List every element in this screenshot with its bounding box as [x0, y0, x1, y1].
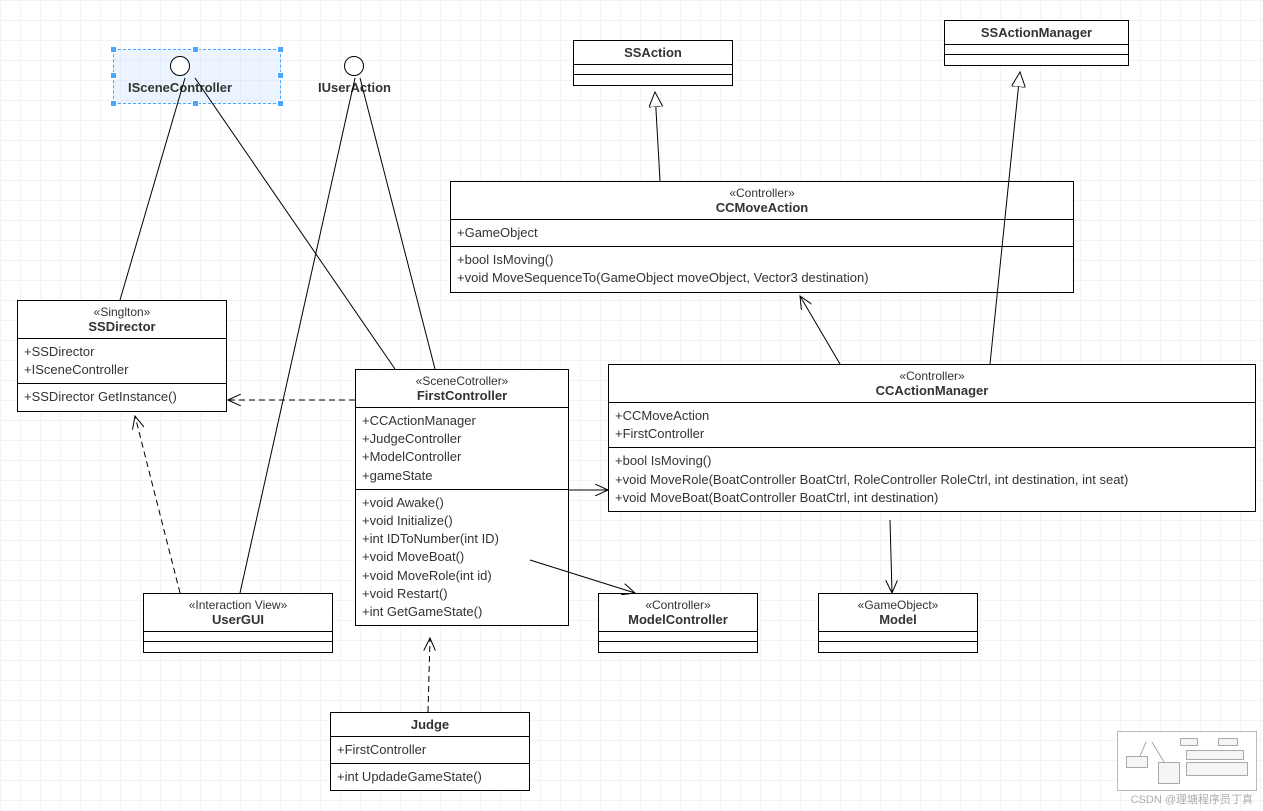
lollipop-circle — [344, 56, 364, 76]
class-name: UserGUI — [150, 612, 326, 627]
attr: +ModelController — [362, 448, 562, 466]
attr: +CCActionManager — [362, 412, 562, 430]
op: +bool IsMoving() — [457, 251, 1067, 269]
class-name: SSAction — [580, 45, 726, 60]
attr: +GameObject — [457, 224, 1067, 242]
class-model[interactable]: «GameObject» Model — [818, 593, 978, 653]
op: +int GetGameState() — [362, 603, 562, 621]
class-name: Model — [825, 612, 971, 627]
attr: +JudgeController — [362, 430, 562, 448]
lollipop-circle — [170, 56, 190, 76]
stereotype: «Controller» — [615, 369, 1249, 383]
class-name: SSDirector — [24, 319, 220, 334]
op: +void MoveRole(BoatController BoatCtrl, … — [615, 471, 1249, 489]
class-name: SSActionManager — [951, 25, 1122, 40]
attr: +FirstController — [337, 741, 523, 759]
class-name: Judge — [337, 717, 523, 732]
stereotype: «SceneCotroller» — [362, 374, 562, 388]
interface-label: IUserAction — [318, 80, 391, 95]
stereotype: «Controller» — [457, 186, 1067, 200]
watermark: CSDN @理塘程序员丁真 — [1131, 791, 1253, 807]
class-name: FirstController — [362, 388, 562, 403]
op: +void Initialize() — [362, 512, 562, 530]
class-ssactionmanager[interactable]: SSActionManager — [944, 20, 1129, 66]
op: +int UpdadeGameState() — [337, 768, 523, 786]
class-modelcontroller[interactable]: «Controller» ModelController — [598, 593, 758, 653]
class-ssdirector[interactable]: «Singlton» SSDirector +SSDirector +IScen… — [17, 300, 227, 412]
op: +void MoveRole(int id) — [362, 567, 562, 585]
attr: +gameState — [362, 467, 562, 485]
op: +void Awake() — [362, 494, 562, 512]
class-name: CCMoveAction — [457, 200, 1067, 215]
minimap[interactable] — [1117, 731, 1257, 791]
stereotype: «Interaction View» — [150, 598, 326, 612]
attr: +ISceneController — [24, 361, 220, 379]
interface-iuser-action[interactable]: IUserAction — [318, 56, 391, 95]
interface-iscene-controller[interactable]: ISceneController — [128, 56, 232, 95]
stereotype: «Singlton» — [24, 305, 220, 319]
op: +void MoveBoat() — [362, 548, 562, 566]
op: +void Restart() — [362, 585, 562, 603]
attr: +CCMoveAction — [615, 407, 1249, 425]
stereotype: «GameObject» — [825, 598, 971, 612]
op: +bool IsMoving() — [615, 452, 1249, 470]
op: +int IDToNumber(int ID) — [362, 530, 562, 548]
class-name: ModelController — [605, 612, 751, 627]
interface-label: ISceneController — [128, 80, 232, 95]
attr: +FirstController — [615, 425, 1249, 443]
stereotype: «Controller» — [605, 598, 751, 612]
class-ccactionmanager[interactable]: «Controller» CCActionManager +CCMoveActi… — [608, 364, 1256, 512]
class-name: CCActionManager — [615, 383, 1249, 398]
class-judge[interactable]: Judge +FirstController +int UpdadeGameSt… — [330, 712, 530, 791]
class-usergui[interactable]: «Interaction View» UserGUI — [143, 593, 333, 653]
op: +SSDirector GetInstance() — [24, 388, 220, 406]
op: +void MoveBoat(BoatController BoatCtrl, … — [615, 489, 1249, 507]
attr: +SSDirector — [24, 343, 220, 361]
class-ccmoveaction[interactable]: «Controller» CCMoveAction +GameObject +b… — [450, 181, 1074, 293]
op: +void MoveSequenceTo(GameObject moveObje… — [457, 269, 1067, 287]
class-firstcontroller[interactable]: «SceneCotroller» FirstController +CCActi… — [355, 369, 569, 626]
class-ssaction[interactable]: SSAction — [573, 40, 733, 86]
